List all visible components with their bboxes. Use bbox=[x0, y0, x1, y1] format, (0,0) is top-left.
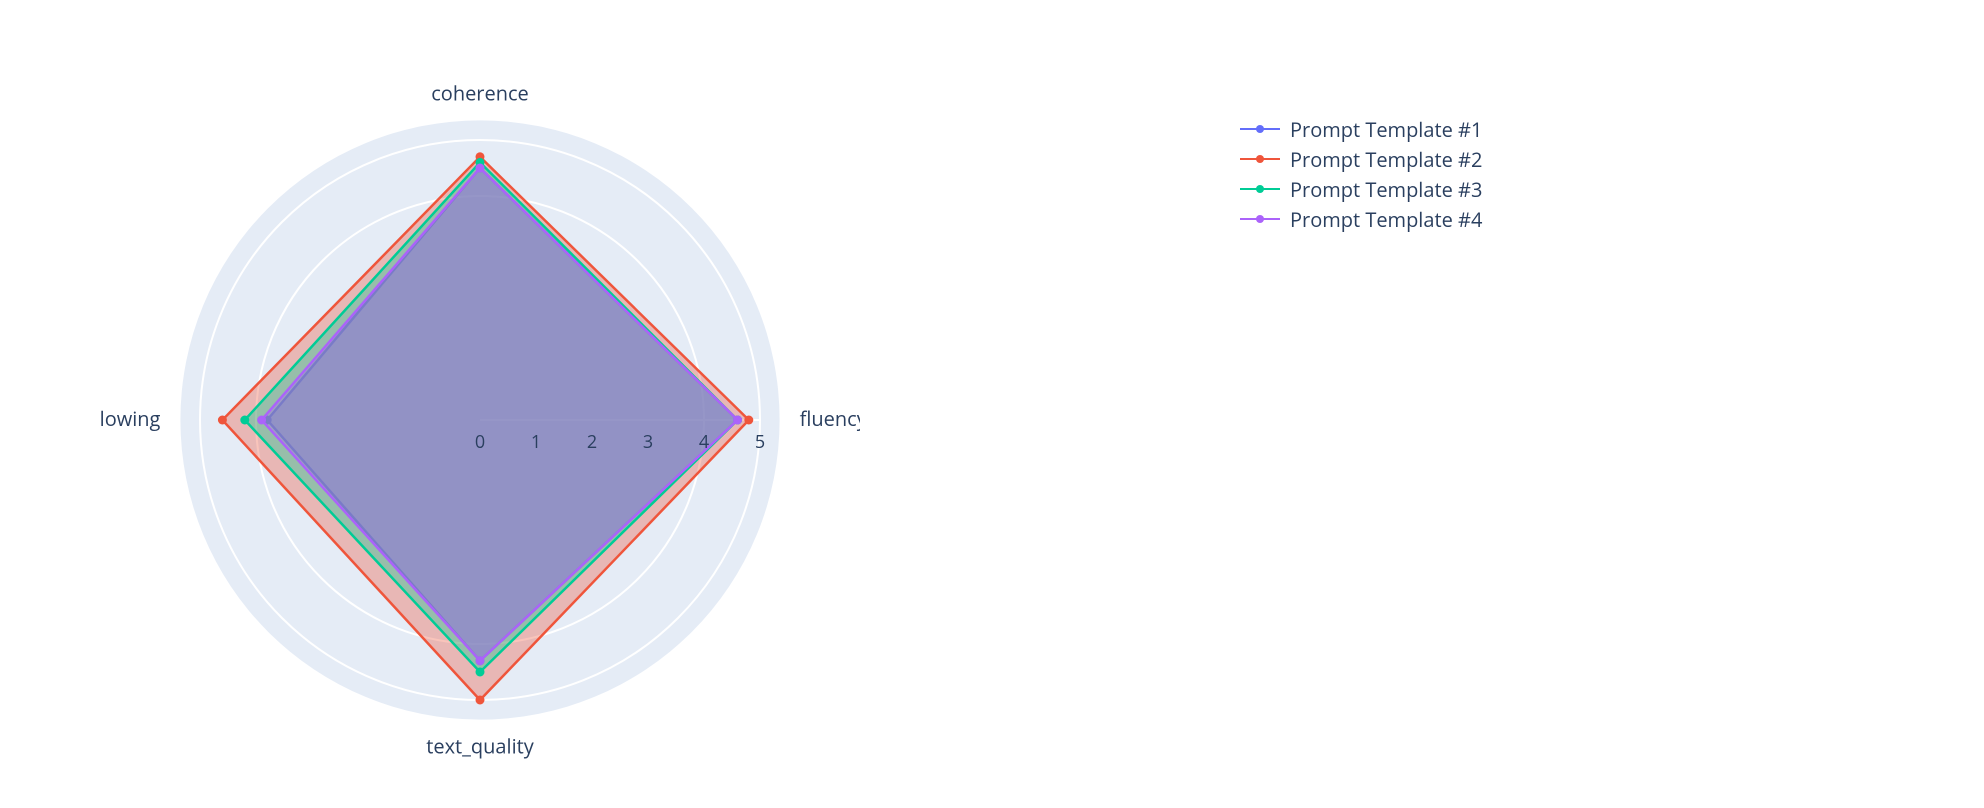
legend-label: Prompt Template #2 bbox=[1290, 146, 1482, 173]
category-label: fluency bbox=[800, 405, 860, 432]
series-marker bbox=[744, 416, 753, 425]
series-marker bbox=[476, 656, 485, 665]
category-label: text_quality bbox=[426, 733, 535, 760]
radial-tick-label: 4 bbox=[699, 430, 709, 454]
radial-tick-label: 1 bbox=[531, 430, 541, 454]
series-marker bbox=[240, 416, 249, 425]
category-label: instruction_following bbox=[100, 405, 161, 432]
legend-swatch bbox=[1240, 218, 1280, 220]
legend-label: Prompt Template #4 bbox=[1290, 206, 1482, 233]
legend-item[interactable]: Prompt Template #2 bbox=[1240, 145, 1482, 173]
legend-swatch bbox=[1240, 158, 1280, 160]
legend: Prompt Template #1 Prompt Template #2 Prom… bbox=[1240, 115, 1482, 235]
category-label: coherence bbox=[431, 79, 529, 106]
legend-item[interactable]: Prompt Template #3 bbox=[1240, 175, 1482, 203]
radar-chart: 0 1 2 3 4 5 fluency coherence instruction_follow… bbox=[100, 40, 860, 800]
legend-label: Prompt Template #3 bbox=[1290, 176, 1482, 203]
legend-swatch bbox=[1240, 128, 1280, 130]
series-marker bbox=[733, 416, 742, 425]
series-marker bbox=[218, 416, 227, 425]
radial-tick-label: 3 bbox=[643, 430, 653, 454]
radial-tick-label: 2 bbox=[587, 430, 597, 454]
radial-tick-label: 5 bbox=[755, 430, 765, 454]
legend-item[interactable]: Prompt Template #1 bbox=[1240, 115, 1482, 143]
legend-swatch bbox=[1240, 188, 1280, 190]
series-marker bbox=[476, 164, 485, 173]
radial-tick-label: 0 bbox=[475, 430, 485, 454]
series-marker bbox=[257, 416, 266, 425]
legend-item[interactable]: Prompt Template #4 bbox=[1240, 205, 1482, 233]
series-marker bbox=[476, 696, 485, 705]
legend-label: Prompt Template #1 bbox=[1290, 116, 1482, 143]
series-marker bbox=[476, 668, 485, 677]
